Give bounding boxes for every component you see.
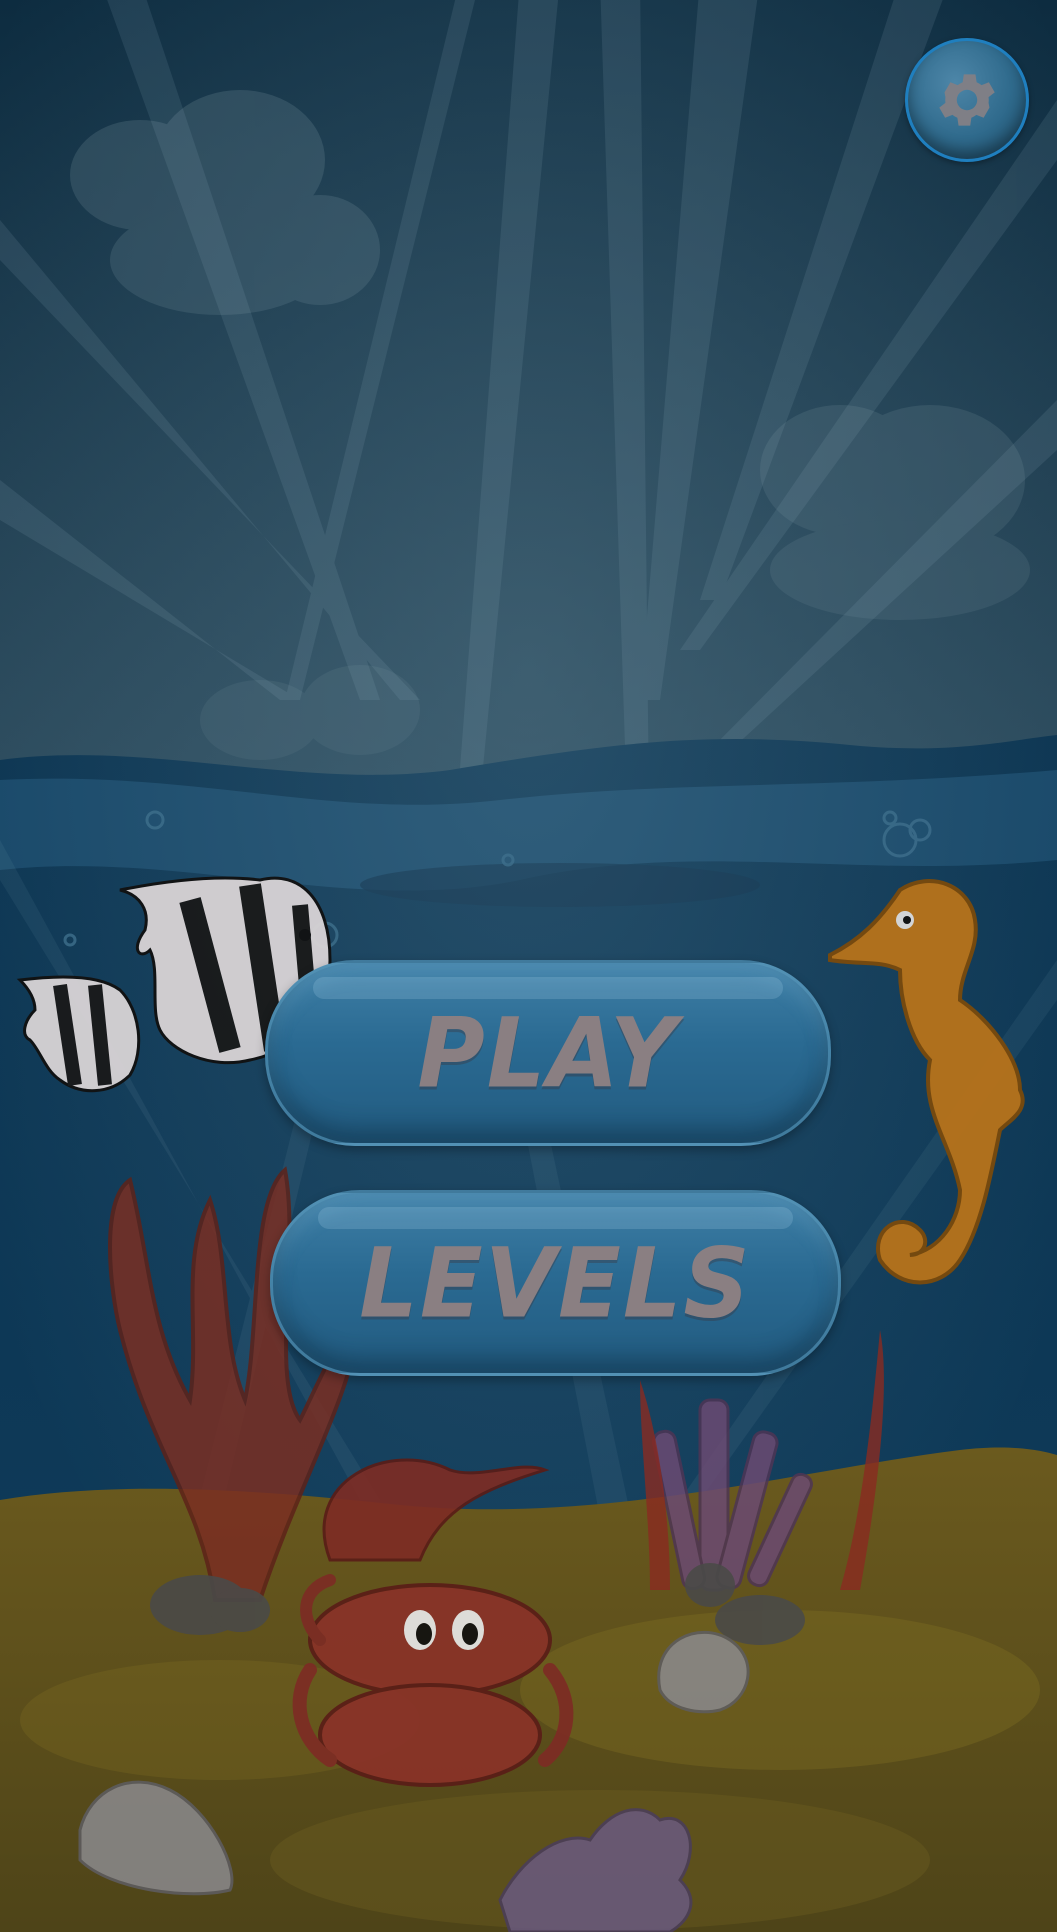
levels-button[interactable]: LEVELS <box>270 1190 841 1376</box>
play-button-label: PLAY <box>417 996 679 1110</box>
play-button[interactable]: PLAY <box>265 960 831 1146</box>
settings-button[interactable] <box>905 38 1029 162</box>
levels-button-label: LEVELS <box>359 1226 752 1340</box>
gear-icon <box>939 74 995 126</box>
game-menu-scene: PLAY LEVELS <box>0 0 1057 1932</box>
